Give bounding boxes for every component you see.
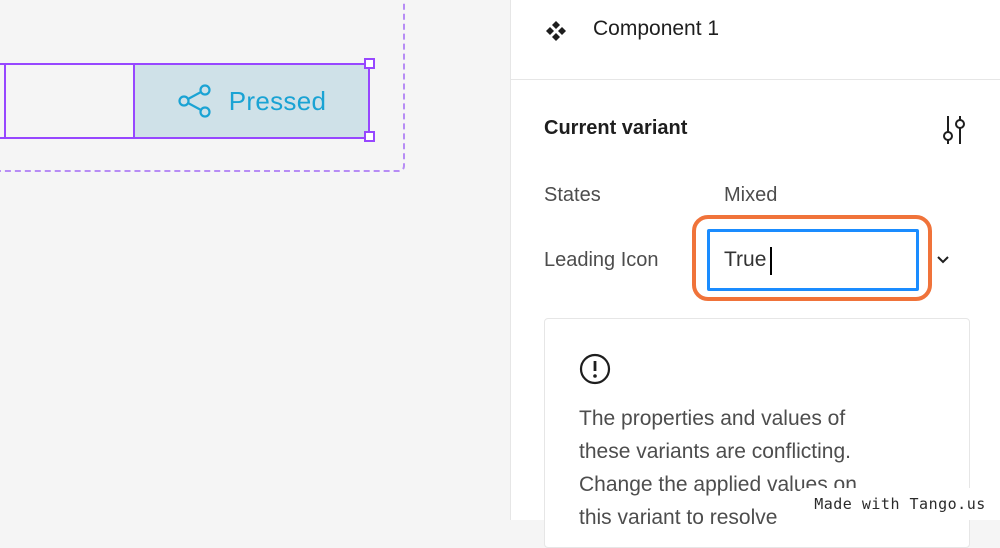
tango-watermark: Made with Tango.us <box>800 488 1000 520</box>
leading-icon-label: Leading Icon <box>544 249 659 271</box>
share-icon <box>178 84 211 118</box>
sliders-icon[interactable] <box>941 114 967 146</box>
alert-circle-icon <box>579 353 611 385</box>
warning-line: The properties and values of <box>579 407 846 430</box>
states-label: States <box>544 184 601 206</box>
states-value[interactable]: Mixed <box>724 184 777 207</box>
resize-handle-bottom-right[interactable] <box>364 131 375 142</box>
design-canvas[interactable]: Pressed <box>0 0 510 520</box>
component-name: Component 1 <box>593 17 720 40</box>
component-icon <box>546 21 566 41</box>
variant-row[interactable]: Pressed <box>0 63 370 139</box>
warning-line: these variants are conflicting. <box>579 440 851 463</box>
chevron-down-icon[interactable] <box>936 255 950 265</box>
panel-header: Component 1 <box>511 0 1000 80</box>
section-title: Current variant <box>544 117 688 139</box>
pressed-variant[interactable]: Pressed <box>135 65 368 137</box>
properties-panel: Component 1 Current variant States Mixed… <box>510 0 1000 548</box>
variant-cell[interactable] <box>6 65 135 137</box>
resize-handle-top-right[interactable] <box>364 58 375 69</box>
text-caret <box>770 247 772 275</box>
leading-icon-input[interactable] <box>707 229 919 291</box>
pressed-label: Pressed <box>228 85 327 116</box>
